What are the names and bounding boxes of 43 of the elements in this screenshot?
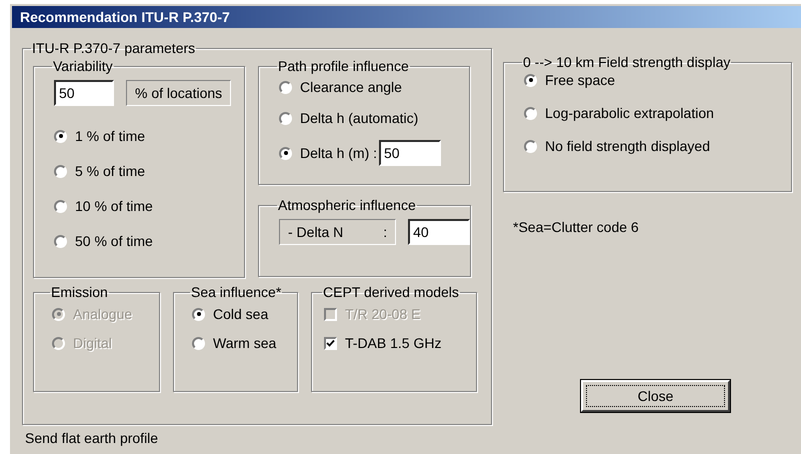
delta-n-label: - Delta N :	[279, 219, 396, 245]
radio-icon[interactable]	[192, 308, 205, 320]
radio-icon[interactable]	[524, 74, 537, 86]
window-title: Recommendation ITU-R P.370-7	[12, 6, 801, 28]
radio-icon[interactable]	[524, 140, 537, 152]
radio-icon[interactable]	[54, 130, 67, 142]
radio-icon[interactable]	[54, 200, 67, 212]
group-title: Variability	[52, 58, 114, 74]
locations-label: % of locations	[126, 80, 232, 106]
checkbox-option[interactable]: T-DAB 1.5 GHz	[324, 335, 476, 351]
group-title: Sea influence*	[190, 284, 282, 300]
group-title: 0 --> 10 km Field strength display	[522, 54, 732, 70]
radio-option[interactable]: 5 % of time	[54, 163, 244, 179]
radio-option[interactable]: 10 % of time	[54, 198, 244, 214]
radio-option[interactable]: 50 % of time	[54, 233, 244, 249]
radio-icon[interactable]	[192, 336, 205, 350]
group-title: Atmospheric influence	[277, 197, 417, 213]
radio-option[interactable]: Clearance angle	[279, 79, 402, 95]
radio-option[interactable]: Log-parabolic extrapolation	[524, 105, 791, 121]
radio-option[interactable]: Delta h (automatic)	[279, 110, 418, 126]
radio-option[interactable]: Free space	[524, 72, 791, 88]
radio-option[interactable]: Cold sea	[192, 306, 297, 322]
radio-icon[interactable]	[54, 234, 67, 248]
group-title: CEPT derived models	[322, 284, 460, 300]
radio-icon[interactable]	[279, 112, 292, 124]
radio-option[interactable]: Delta h (m) :	[279, 145, 378, 161]
radio-icon[interactable]	[279, 80, 292, 94]
radio-option[interactable]: Warm sea	[192, 335, 297, 351]
radio-option[interactable]: No field strength displayed	[524, 138, 791, 154]
sea-note: *Sea=Clutter code 6	[513, 219, 640, 235]
group-title: Emission	[50, 284, 109, 300]
delta-h-field[interactable]: 50	[379, 140, 442, 166]
radio-icon[interactable]	[524, 106, 537, 120]
locations-field[interactable]: 50	[54, 80, 114, 106]
close-button[interactable]: Close	[581, 380, 730, 412]
group-title: Path profile influence	[277, 58, 410, 74]
group-title: ITU-R P.370-7 parameters	[31, 40, 196, 56]
radio-icon[interactable]	[279, 146, 292, 160]
checkbox-icon[interactable]	[324, 336, 337, 350]
delta-n-field[interactable]: 40	[408, 219, 470, 245]
radio-option[interactable]: 1 % of time	[54, 128, 244, 144]
radio-icon[interactable]	[54, 164, 67, 178]
status-text: Send flat earth profile	[25, 430, 160, 446]
